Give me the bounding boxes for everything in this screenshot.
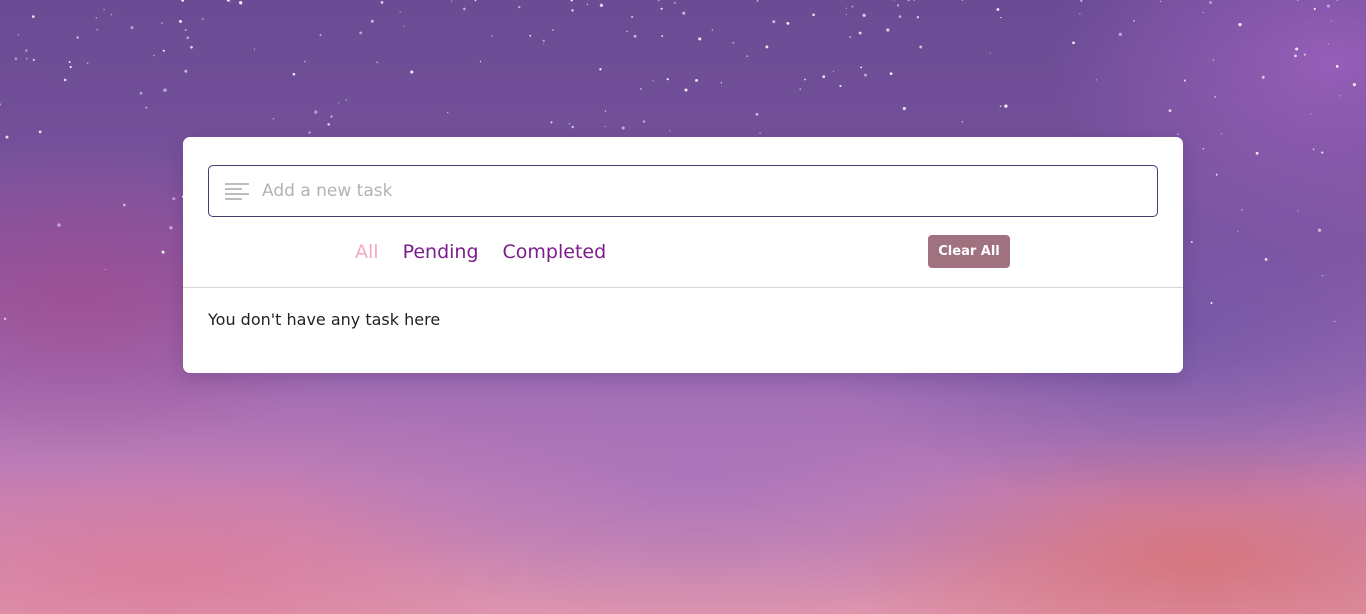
tab-all[interactable]: All [355,241,379,263]
todo-card: All Pending Completed Clear All You don'… [183,137,1183,373]
empty-task-message: You don't have any task here [208,310,441,329]
menu-lines-icon [225,183,249,200]
divider [183,287,1183,288]
task-input-container[interactable] [208,165,1158,217]
clear-all-button[interactable]: Clear All [928,235,1010,268]
tab-pending[interactable]: Pending [403,241,479,263]
filter-tabs: All Pending Completed [355,237,630,267]
tab-completed[interactable]: Completed [503,241,607,263]
task-input[interactable] [262,166,1142,216]
